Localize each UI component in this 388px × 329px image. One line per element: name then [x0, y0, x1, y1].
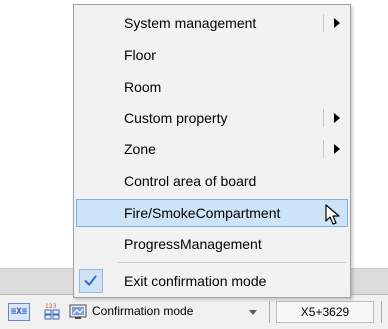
menu-item-control-area-of-board[interactable]: Control area of board	[76, 167, 348, 195]
menu-item-fire-smoke-compartment[interactable]: Fire/SmokeCompartment	[76, 199, 348, 227]
status-separator	[269, 301, 270, 323]
mode-label[interactable]: Confirmation mode	[92, 304, 193, 318]
menu-item-label: Fire/SmokeCompartment	[124, 205, 281, 221]
menu-item-label: Room	[124, 79, 162, 95]
menu-item-floor[interactable]: Floor	[76, 41, 348, 69]
menu-item-label: System management	[124, 15, 257, 31]
confirmation-mode-icon[interactable]: ≡X≡	[8, 303, 30, 321]
mouse-cursor-icon	[325, 204, 340, 225]
menu-item-label: Zone	[124, 141, 156, 157]
submenu-separator	[323, 140, 324, 158]
status-bar: ≡X≡ 123 Confirmation mode X5+3629	[0, 294, 388, 329]
context-menu: System management Floor Room Custom prop…	[73, 4, 351, 298]
menu-item-room[interactable]: Room	[76, 73, 348, 101]
menu-item-label: Custom property	[124, 110, 228, 126]
check-background	[79, 269, 103, 293]
menu-item-label: Control area of board	[124, 173, 257, 189]
chevron-down-icon[interactable]	[248, 307, 258, 317]
menu-item-zone[interactable]: Zone	[76, 135, 348, 163]
menu-separator	[118, 262, 346, 263]
menu-item-exit-confirmation-mode[interactable]: Exit confirmation mode	[76, 267, 348, 295]
menu-item-label: ProgressManagement	[124, 236, 262, 252]
menu-item-progress-management[interactable]: ProgressManagement	[76, 230, 348, 258]
menu-item-label: Exit confirmation mode	[124, 273, 267, 289]
submenu-arrow-icon	[334, 113, 340, 123]
check-icon	[84, 275, 97, 286]
status-separator	[381, 301, 382, 323]
menu-item-custom-property[interactable]: Custom property	[76, 104, 348, 132]
submenu-arrow-icon	[334, 144, 340, 154]
menu-item-label: Floor	[124, 47, 156, 63]
screen-icon[interactable]	[69, 304, 87, 320]
menu-item-system-management[interactable]: System management	[76, 9, 348, 37]
submenu-arrow-icon	[334, 18, 340, 28]
submenu-separator	[323, 109, 324, 127]
submenu-separator	[323, 14, 324, 32]
coordinate-display: X5+3629	[276, 301, 374, 323]
numbering-icon[interactable]: 123	[44, 301, 60, 321]
svg-text:123: 123	[45, 303, 57, 310]
